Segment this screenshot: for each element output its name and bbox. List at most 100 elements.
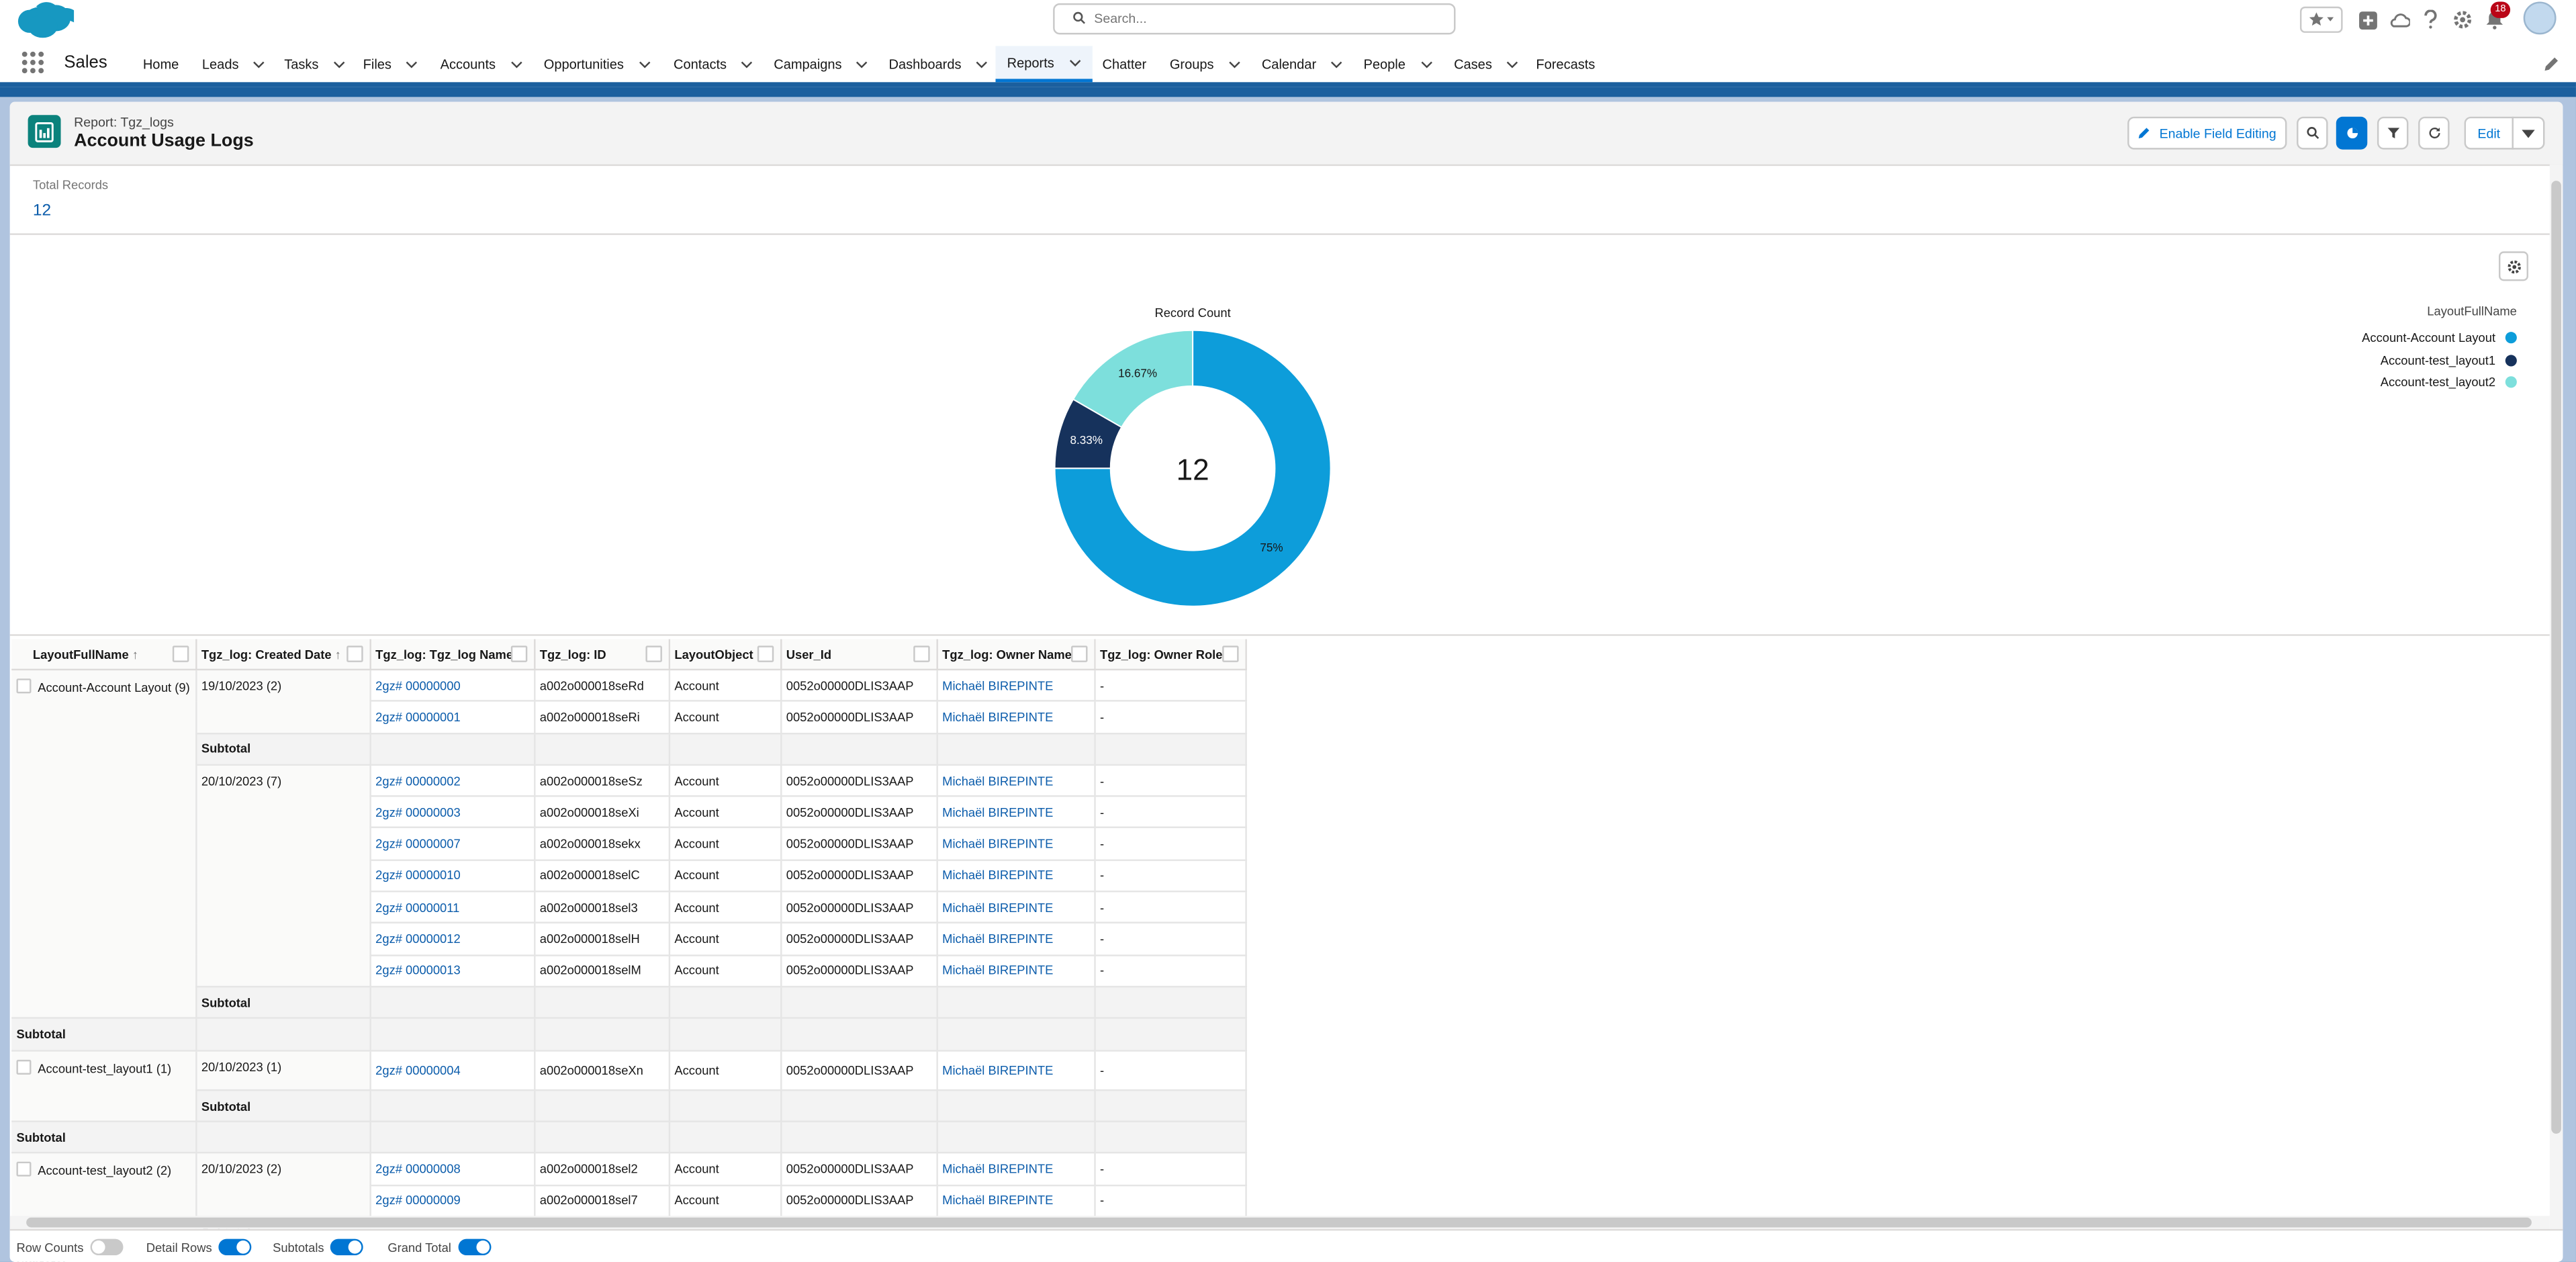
enable-field-editing-button[interactable]: Enable Field Editing [2127, 116, 2287, 150]
nav-item-forecasts[interactable]: Forecasts [1528, 46, 1603, 82]
column-header-log-name[interactable]: Tgz_log: Tgz_log Name [369, 639, 535, 671]
cell-log-name[interactable]: 2gz# 00000000 [369, 669, 535, 703]
chevron-down-icon[interactable] [639, 60, 650, 68]
nav-item-home[interactable]: Home [135, 46, 187, 82]
cell-log-name[interactable]: 2gz# 00000004 [369, 1050, 535, 1091]
column-header-owner-name[interactable]: Tgz_log: Owner Name [936, 639, 1095, 671]
chevron-down-icon[interactable] [856, 60, 868, 68]
detail-rows-toggle[interactable]: Detail Rows [146, 1238, 252, 1256]
column-header-layoutobject[interactable]: LayoutObject [668, 639, 782, 671]
column-header-layoutfullname[interactable]: LayoutFullName ↑ [11, 639, 197, 671]
cell-owner-name[interactable]: Michaël BIREPINTE [936, 827, 1095, 861]
salesforce-logo[interactable] [11, 0, 75, 43]
legend-item[interactable]: Account-Account Layout [2310, 330, 2517, 345]
chevron-down-icon[interactable] [1420, 60, 1432, 68]
nav-item-chatter[interactable]: Chatter [1094, 46, 1154, 82]
column-menu-icon[interactable] [346, 645, 363, 662]
cell-owner-name[interactable]: Michaël BIREPINTE [936, 891, 1095, 924]
nav-item-groups[interactable]: Groups [1162, 46, 1248, 82]
horizontal-scrollbar[interactable] [9, 1216, 2550, 1229]
nav-item-leads[interactable]: Leads [194, 46, 273, 82]
nav-item-people[interactable]: People [1355, 46, 1440, 82]
chart-settings-button[interactable] [2498, 251, 2529, 281]
nav-item-calendar[interactable]: Calendar [1254, 46, 1351, 82]
app-launcher-icon[interactable] [21, 51, 44, 74]
chevron-down-icon[interactable] [1069, 58, 1080, 66]
favorites-button[interactable] [2299, 6, 2343, 33]
toggle-switch[interactable] [457, 1238, 491, 1256]
row-counts-toggle[interactable]: Row Counts [16, 1238, 124, 1256]
chevron-down-icon[interactable] [333, 60, 345, 68]
cell-log-name[interactable]: 2gz# 00000003 [369, 796, 535, 829]
group-checkbox[interactable] [16, 1058, 32, 1074]
edit-button[interactable]: Edit [2464, 116, 2514, 150]
filter-button[interactable] [2377, 116, 2409, 150]
chevron-down-icon[interactable] [741, 60, 753, 68]
group-checkbox[interactable] [16, 1162, 32, 1177]
cell-log-name[interactable]: 2gz# 00000007 [369, 827, 535, 861]
setup-button[interactable] [2451, 7, 2473, 33]
chevron-down-icon[interactable] [406, 60, 418, 68]
search-input[interactable] [1094, 8, 1440, 30]
nav-item-files[interactable]: Files [355, 46, 426, 82]
cell-owner-name[interactable]: Michaël BIREPINTE [936, 796, 1095, 829]
chevron-down-icon[interactable] [510, 60, 522, 68]
column-menu-icon[interactable] [913, 645, 929, 662]
nav-item-contacts[interactable]: Contacts [665, 46, 762, 82]
column-menu-icon[interactable] [510, 645, 527, 662]
chart-toggle-button[interactable] [2336, 116, 2368, 150]
cell-owner-name[interactable]: Michaël BIREPINTE [936, 923, 1095, 956]
user-avatar[interactable] [2523, 1, 2557, 35]
cell-owner-name[interactable]: Michaël BIREPINTE [936, 954, 1095, 988]
column-header-owner-role[interactable]: Tgz_log: Owner Role [1094, 639, 1246, 671]
chevron-down-icon[interactable] [253, 60, 265, 68]
toggle-switch[interactable] [330, 1238, 364, 1256]
chevron-down-icon[interactable] [1228, 60, 1240, 68]
column-menu-icon[interactable] [645, 645, 661, 662]
column-menu-icon[interactable] [1222, 645, 1238, 662]
cell-log-name[interactable]: 2gz# 00000002 [369, 764, 535, 797]
cell-owner-name[interactable]: Michaël BIREPINTE [936, 669, 1095, 703]
column-header-created-date[interactable]: Tgz_log: Created Date ↑ [195, 639, 371, 671]
chevron-down-icon[interactable] [976, 60, 988, 68]
more-actions-button[interactable] [2512, 116, 2545, 150]
chevron-down-icon[interactable] [1507, 60, 1518, 68]
nav-item-accounts[interactable]: Accounts [432, 46, 530, 82]
cell-owner-name[interactable]: Michaël BIREPINTE [936, 701, 1095, 734]
cell-owner-name[interactable]: Michaël BIREPINTE [936, 860, 1095, 893]
cell-owner-name[interactable]: Michaël BIREPINTE [936, 764, 1095, 797]
nav-item-opportunities[interactable]: Opportunities [536, 46, 659, 82]
column-menu-icon[interactable] [756, 645, 774, 662]
column-menu-icon[interactable] [171, 645, 189, 662]
cell-log-name[interactable]: 2gz# 00000013 [369, 954, 535, 988]
nav-item-reports[interactable]: Reports [995, 46, 1093, 83]
toggle-switch[interactable] [90, 1238, 124, 1256]
search-report-button[interactable] [2297, 116, 2328, 150]
cell-log-name[interactable]: 2gz# 00000009 [369, 1185, 535, 1218]
refresh-button[interactable] [2418, 116, 2450, 150]
toggle-switch[interactable] [218, 1238, 252, 1256]
column-header-id[interactable]: Tgz_log: ID [534, 639, 670, 671]
grand-total-toggle[interactable]: Grand Total [387, 1238, 491, 1256]
global-actions-button[interactable] [2358, 7, 2377, 33]
nav-item-tasks[interactable]: Tasks [276, 46, 353, 82]
nav-item-dashboards[interactable]: Dashboards [880, 46, 996, 82]
legend-item[interactable]: Account-test_layout2 [2310, 375, 2517, 390]
cell-log-name[interactable]: 2gz# 00000008 [369, 1153, 535, 1186]
cell-log-name[interactable]: 2gz# 00000012 [369, 923, 535, 956]
vertical-scrollbar[interactable] [2549, 164, 2563, 1232]
cell-log-name[interactable]: 2gz# 00000011 [369, 891, 535, 924]
cell-owner-name[interactable]: Michaël BIREPINTE [936, 1185, 1095, 1218]
subtotals-toggle[interactable]: Subtotals [273, 1238, 364, 1256]
edit-nav-icon[interactable] [2543, 56, 2559, 72]
cell-owner-name[interactable]: Michaël BIREPINTE [936, 1050, 1095, 1091]
chevron-down-icon[interactable] [1331, 60, 1342, 68]
nav-item-cases[interactable]: Cases [1446, 46, 1526, 82]
column-menu-icon[interactable] [1070, 645, 1087, 662]
nav-item-campaigns[interactable]: Campaigns [766, 46, 876, 82]
group-checkbox[interactable] [16, 678, 32, 694]
help-button[interactable] [2420, 7, 2440, 33]
column-header-user-id[interactable]: User_Id [780, 639, 937, 671]
legend-item[interactable]: Account-test_layout1 [2310, 353, 2517, 368]
trailhead-button[interactable] [2387, 7, 2410, 33]
